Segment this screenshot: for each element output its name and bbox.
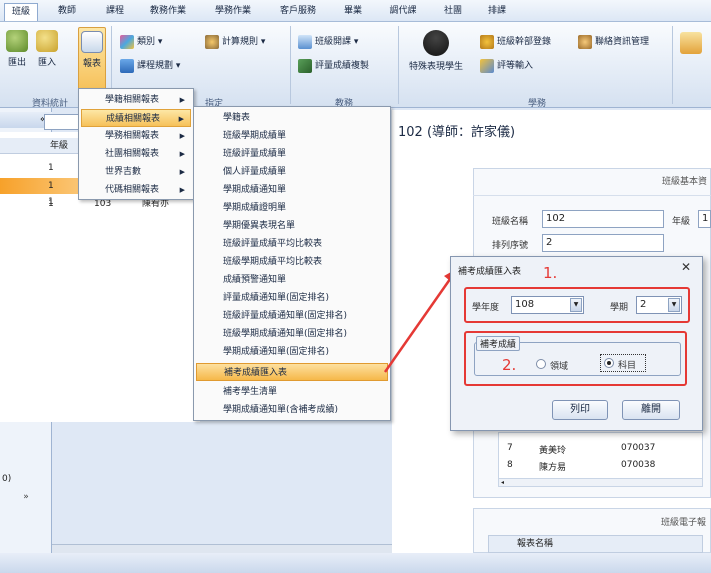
step-1-label: 1. [543, 264, 558, 282]
semester-select[interactable]: 2 ▼ [636, 296, 682, 314]
year-select[interactable]: 108 ▼ [511, 296, 584, 314]
close-icon[interactable]: ✕ [681, 260, 691, 274]
chevron-down-icon: ▼ [570, 298, 582, 312]
radio-subject[interactable] [604, 358, 614, 368]
radio-domain-label: 領域 [550, 362, 569, 372]
dialog-title: 補考成績匯入表 [458, 267, 522, 277]
arrow-line [383, 271, 457, 373]
year-label: 學年度 [472, 303, 500, 313]
print-button[interactable]: 列印 [552, 400, 608, 420]
chevron-down-icon: ▼ [668, 298, 680, 312]
semester-label: 學期 [610, 303, 629, 313]
leave-button[interactable]: 離開 [622, 400, 680, 420]
radio-subject-label: 科目 [618, 361, 637, 371]
step-2-label: 2. [502, 356, 517, 374]
radio-domain[interactable] [536, 359, 546, 369]
group-title: 補考成績 [476, 336, 521, 351]
